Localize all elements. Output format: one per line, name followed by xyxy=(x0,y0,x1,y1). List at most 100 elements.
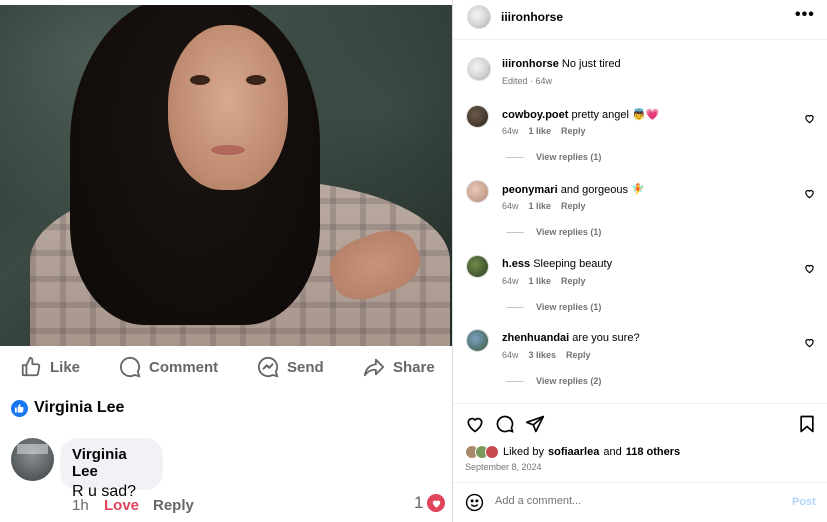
post-header: iiironhorse ••• xyxy=(453,0,827,40)
post-button[interactable]: Post xyxy=(792,496,816,508)
comment-username[interactable]: cowboy.poet xyxy=(502,109,568,121)
liked-by-others[interactable]: 118 others xyxy=(626,446,680,458)
reaction-count[interactable]: 1 xyxy=(414,493,446,513)
post-date[interactable]: September 8, 2024 xyxy=(465,462,542,472)
like-icon xyxy=(21,356,41,377)
view-replies-button[interactable]: View replies (2) xyxy=(506,376,601,386)
view-replies-button[interactable]: View replies (1) xyxy=(506,302,601,312)
caption-line: iiironhorse No just tired xyxy=(502,58,621,70)
liked-by-user[interactable]: sofiaarlea xyxy=(548,446,599,458)
view-replies-label: View replies (1) xyxy=(536,152,602,162)
comment-button[interactable]: Comment xyxy=(119,356,218,378)
comment-likes[interactable]: 1 like xyxy=(529,201,552,211)
comment-username[interactable]: zhenhuandai xyxy=(502,332,569,344)
post-action-icons xyxy=(465,414,545,434)
like-reaction-icon xyxy=(11,399,28,417)
heart-icon[interactable] xyxy=(804,113,815,124)
comment-input[interactable] xyxy=(495,495,775,507)
add-comment-bar: Post xyxy=(453,482,827,522)
comment-time[interactable]: 1h xyxy=(72,497,89,514)
view-replies-label: View replies (1) xyxy=(536,227,602,237)
reply-button[interactable]: Reply xyxy=(566,350,591,360)
send-button[interactable]: Send xyxy=(257,356,324,378)
comment-icon[interactable] xyxy=(495,414,515,434)
caption-text: No just tired xyxy=(561,58,621,70)
replies-divider xyxy=(506,156,524,158)
share-plane-icon[interactable] xyxy=(525,414,545,434)
bookmark-icon[interactable] xyxy=(797,414,817,434)
photo-eye xyxy=(190,75,210,85)
heart-icon[interactable] xyxy=(804,188,815,199)
avatar[interactable] xyxy=(466,105,489,128)
comment-line: peonymari and gorgeous 🧚 xyxy=(502,183,645,196)
like-label: Like xyxy=(50,358,81,376)
more-icon[interactable]: ••• xyxy=(795,6,815,24)
share-button[interactable]: Share xyxy=(363,356,435,378)
comment-item: h.ess Sleeping beauty 64w 1 like Reply V… xyxy=(465,255,815,329)
avatar[interactable] xyxy=(466,329,489,352)
comment-line: h.ess Sleeping beauty xyxy=(502,258,612,270)
send-icon xyxy=(257,356,279,378)
comment-likes[interactable]: 1 like xyxy=(529,126,552,136)
header-username[interactable]: iiironhorse xyxy=(501,10,563,24)
view-replies-button[interactable]: View replies (1) xyxy=(506,227,601,237)
view-replies-label: View replies (2) xyxy=(536,376,602,386)
comment-icon xyxy=(119,356,141,378)
love-button[interactable]: Love xyxy=(104,497,139,514)
comment-username[interactable]: peonymari xyxy=(502,184,558,196)
liked-by[interactable]: Liked by sofiaarlea and 118 others xyxy=(465,445,680,459)
comment-age[interactable]: 64w xyxy=(502,350,519,360)
heart-icon[interactable] xyxy=(804,263,815,274)
avatar[interactable] xyxy=(467,5,491,29)
photo-eye xyxy=(246,75,266,85)
caption-username[interactable]: iiironhorse xyxy=(502,58,559,70)
replies-divider xyxy=(506,231,524,233)
send-label: Send xyxy=(287,358,324,376)
comment-meta: 64w 1 like Reply xyxy=(502,276,586,286)
facebook-panel: Like Comment Send Share Virginia Lee Vir… xyxy=(0,0,452,522)
like-button[interactable]: Like xyxy=(20,356,80,378)
instagram-panel: iiironhorse ••• iiironhorse No just tire… xyxy=(452,0,827,522)
reply-button[interactable]: Reply xyxy=(153,497,194,514)
photo-face xyxy=(168,25,288,190)
heart-icon[interactable] xyxy=(804,337,815,348)
view-replies-label: View replies (1) xyxy=(536,302,602,312)
avatar[interactable] xyxy=(466,180,489,203)
reply-button[interactable]: Reply xyxy=(561,201,586,211)
share-label: Share xyxy=(393,358,435,376)
comment-label: Comment xyxy=(149,358,219,376)
avatar[interactable] xyxy=(466,255,489,278)
comment-text: are you sure? xyxy=(572,332,640,344)
reaction-count-value: 1 xyxy=(414,493,424,512)
liker-avatars xyxy=(465,445,499,459)
comment-username[interactable]: h.ess xyxy=(502,258,530,270)
avatar[interactable] xyxy=(11,438,54,481)
comment-author[interactable]: Virginia Lee xyxy=(72,446,151,480)
post-footer: Liked by sofiaarlea and 118 others Septe… xyxy=(453,403,827,483)
reactor-name[interactable]: Virginia Lee xyxy=(34,399,124,417)
comment-likes[interactable]: 3 likes xyxy=(529,350,557,360)
reactor-row[interactable]: Virginia Lee xyxy=(11,399,124,417)
replies-divider xyxy=(506,380,524,382)
comment-text: and gorgeous 🧚 xyxy=(560,184,645,196)
view-replies-button[interactable]: View replies (1) xyxy=(506,152,601,162)
comment-item: peonymari and gorgeous 🧚 64w 1 like Repl… xyxy=(465,180,815,254)
comment-age[interactable]: 64w xyxy=(502,201,519,211)
comment-age[interactable]: 64w xyxy=(502,276,519,286)
share-icon xyxy=(363,358,385,377)
post-photo[interactable] xyxy=(0,5,452,346)
comment-line: cowboy.poet pretty angel 👼💗 xyxy=(502,108,659,121)
comment-text: pretty angel 👼💗 xyxy=(571,109,660,121)
comment-meta: 64w 1 like Reply xyxy=(502,126,586,136)
comment-likes[interactable]: 1 like xyxy=(529,276,552,286)
liked-by-prefix: Liked by xyxy=(503,446,544,458)
emoji-icon[interactable] xyxy=(465,493,484,512)
reply-button[interactable]: Reply xyxy=(561,276,586,286)
heart-icon[interactable] xyxy=(465,414,485,434)
comment-age[interactable]: 64w xyxy=(502,126,519,136)
liked-by-and: and xyxy=(603,446,622,458)
avatar[interactable] xyxy=(467,57,491,81)
reply-button[interactable]: Reply xyxy=(561,126,586,136)
replies-divider xyxy=(506,306,524,308)
love-reaction-icon xyxy=(427,494,446,512)
